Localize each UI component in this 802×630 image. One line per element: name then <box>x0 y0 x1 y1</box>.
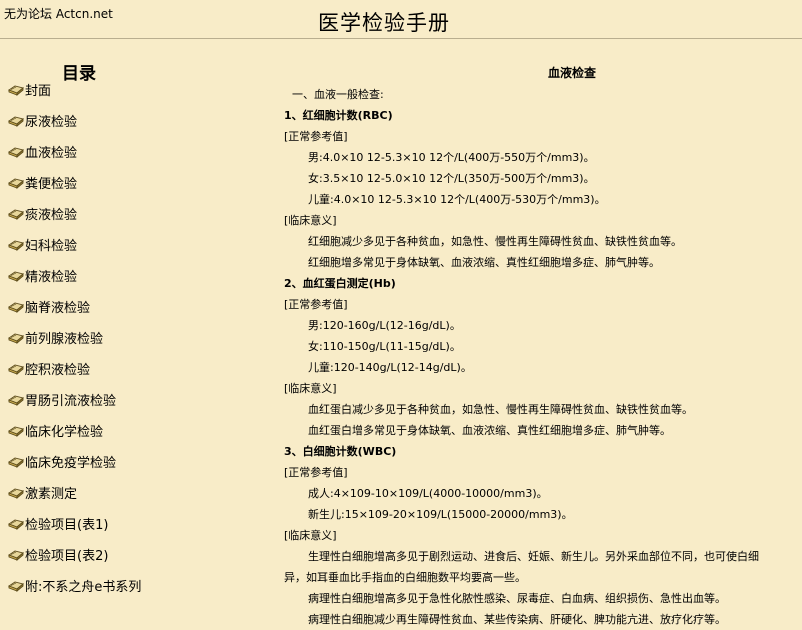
toc-item-label: 临床化学检验 <box>25 424 104 440</box>
content-line: [临床意义] <box>284 382 337 395</box>
toc-item-blood[interactable]: 血液检验 <box>8 141 77 161</box>
subsection-heading: 1、红细胞计数(RBC) <box>284 109 393 122</box>
toc-item-label: 附:不系之舟e书系列 <box>25 579 142 595</box>
toc-item-urine[interactable]: 尿液检验 <box>8 110 77 130</box>
header-bar: 无为论坛 Actcn.net 医学检验手册 <box>0 0 802 39</box>
toc-item-cover[interactable]: 封面 <box>8 79 51 99</box>
toc-item-appendix-ebooks[interactable]: 附:不系之舟e书系列 <box>8 575 141 595</box>
subsection-heading: 2、血红蛋白测定(Hb) <box>284 277 396 290</box>
toc-item-label: 封面 <box>25 83 52 99</box>
toc-item-label: 腔积液检验 <box>25 362 91 378</box>
subsection-heading: 3、白细胞计数(WBC) <box>284 445 397 458</box>
page-title: 医学检验手册 <box>318 11 450 35</box>
content-line: [临床意义] <box>284 529 337 542</box>
content-line: 新生儿:15×109-20×109/L(15000-20000/mm3)。 <box>308 508 573 521</box>
toc-item-label: 血液检验 <box>25 145 78 161</box>
content-line: 成人:4×109-10×109/L(4000-10000/mm3)。 <box>308 487 548 500</box>
content-line: 女:110-150g/L(11-15g/dL)。 <box>308 340 461 353</box>
toc-item-clinical-immunology[interactable]: 临床免疫学检验 <box>8 451 116 471</box>
content-line: 儿童:4.0×10 12-5.3×10 12个/L(400万-530万个/mm3… <box>308 193 606 206</box>
content-line: [正常参考值] <box>284 298 348 311</box>
toc-item-csf[interactable]: 脑脊液检验 <box>8 296 90 316</box>
content-pane: 血液检查 一、血液一般检查: 1、红细胞计数(RBC) [正常参考值] 男:4.0×1… <box>284 55 802 627</box>
book-icon <box>8 519 24 530</box>
toc-item-label: 临床免疫学检验 <box>25 455 117 471</box>
section-title: 血液检查 <box>548 66 597 80</box>
book-icon <box>8 271 24 282</box>
book-icon <box>8 426 24 437</box>
content-line: 红细胞增多常见于身体缺氧、血液浓缩、真性红细胞增多症、肺气肿等。 <box>308 256 660 269</box>
content-line: 一、血液一般检查: <box>292 88 384 101</box>
book-icon <box>8 209 24 220</box>
toc-item-items-table-1[interactable]: 检验项目(表1) <box>8 513 108 533</box>
book-icon <box>8 147 24 158</box>
content-line: 男:120-160g/L(12-16g/dL)。 <box>308 319 461 332</box>
toc-item-clinical-chemistry[interactable]: 临床化学检验 <box>8 420 103 440</box>
content-line: 血红蛋白减少多见于各种贫血，如急性、慢性再生障碍性贫血、缺铁性贫血等。 <box>308 403 693 416</box>
toc-item-label: 检验项目(表2) <box>25 548 109 564</box>
toc-item-stool[interactable]: 粪便检验 <box>8 172 77 192</box>
toc-item-label: 痰液检验 <box>25 207 78 223</box>
book-icon <box>8 364 24 375</box>
book-icon <box>8 488 24 499</box>
book-icon <box>8 240 24 251</box>
toc-item-gi-drainage[interactable]: 胃肠引流液检验 <box>8 389 116 409</box>
content-line: 病理性白细胞增高多见于急性化脓性感染、尿毒症、白血病、组织损伤、急性出血等。 <box>308 592 726 605</box>
toc-item-label: 精液检验 <box>25 269 78 285</box>
toc-item-label: 尿液检验 <box>25 114 78 130</box>
content-line: 生理性白细胞增高多见于剧烈运动、进食后、妊娠、新生儿。另外采血部位不同，也可使白… <box>308 550 759 563</box>
content-line: [正常参考值] <box>284 466 348 479</box>
table-of-contents: 目录 封面尿液检验血液检验粪便检验痰液检验妇科检验精液检验脑脊液检验前列腺液检验… <box>0 55 268 627</box>
toc-item-sputum[interactable]: 痰液检验 <box>8 203 77 223</box>
book-icon <box>8 395 24 406</box>
site-name: 无为论坛 Actcn.net <box>4 7 113 21</box>
book-icon <box>8 116 24 127</box>
content-line: 男:4.0×10 12-5.3×10 12个/L(400万-550万个/mm3)… <box>308 151 595 164</box>
toc-item-prostatic-fluid[interactable]: 前列腺液检验 <box>8 327 103 347</box>
content-line: 儿童:120-140g/L(12-14g/dL)。 <box>308 361 472 374</box>
book-icon <box>8 302 24 313</box>
toc-title: 目录 <box>62 64 96 84</box>
toc-item-label: 检验项目(表1) <box>25 517 109 533</box>
toc-item-semen[interactable]: 精液检验 <box>8 265 77 285</box>
content-line: 女:3.5×10 12-5.0×10 12个/L(350万-500万个/mm3)… <box>308 172 595 185</box>
book-icon <box>8 333 24 344</box>
toc-item-label: 妇科检验 <box>25 238 78 254</box>
book-icon <box>8 550 24 561</box>
content-line: [临床意义] <box>284 214 337 227</box>
content-line: 血红蛋白增多常见于身体缺氧、血液浓缩、真性红细胞增多症、肺气肿等。 <box>308 424 671 437</box>
book-icon <box>8 85 24 96</box>
toc-item-label: 粪便检验 <box>25 176 78 192</box>
content-line: 红细胞减少多见于各种贫血，如急性、慢性再生障碍性贫血、缺铁性贫血等。 <box>308 235 682 248</box>
toc-item-items-table-2[interactable]: 检验项目(表2) <box>8 544 108 564</box>
toc-item-label: 激素测定 <box>25 486 78 502</box>
toc-item-label: 胃肠引流液检验 <box>25 393 117 409</box>
content-line: [正常参考值] <box>284 130 348 143</box>
book-icon <box>8 178 24 189</box>
toc-item-label: 脑脊液检验 <box>25 300 91 316</box>
toc-item-hormone[interactable]: 激素测定 <box>8 482 77 502</box>
book-icon <box>8 581 24 592</box>
toc-item-gynecology[interactable]: 妇科检验 <box>8 234 77 254</box>
toc-item-cavity-fluid[interactable]: 腔积液检验 <box>8 358 90 378</box>
toc-item-label: 前列腺液检验 <box>25 331 104 347</box>
content-line: 异，如耳垂血比手指血的白细胞数平均要高一些。 <box>284 571 526 584</box>
book-icon <box>8 457 24 468</box>
